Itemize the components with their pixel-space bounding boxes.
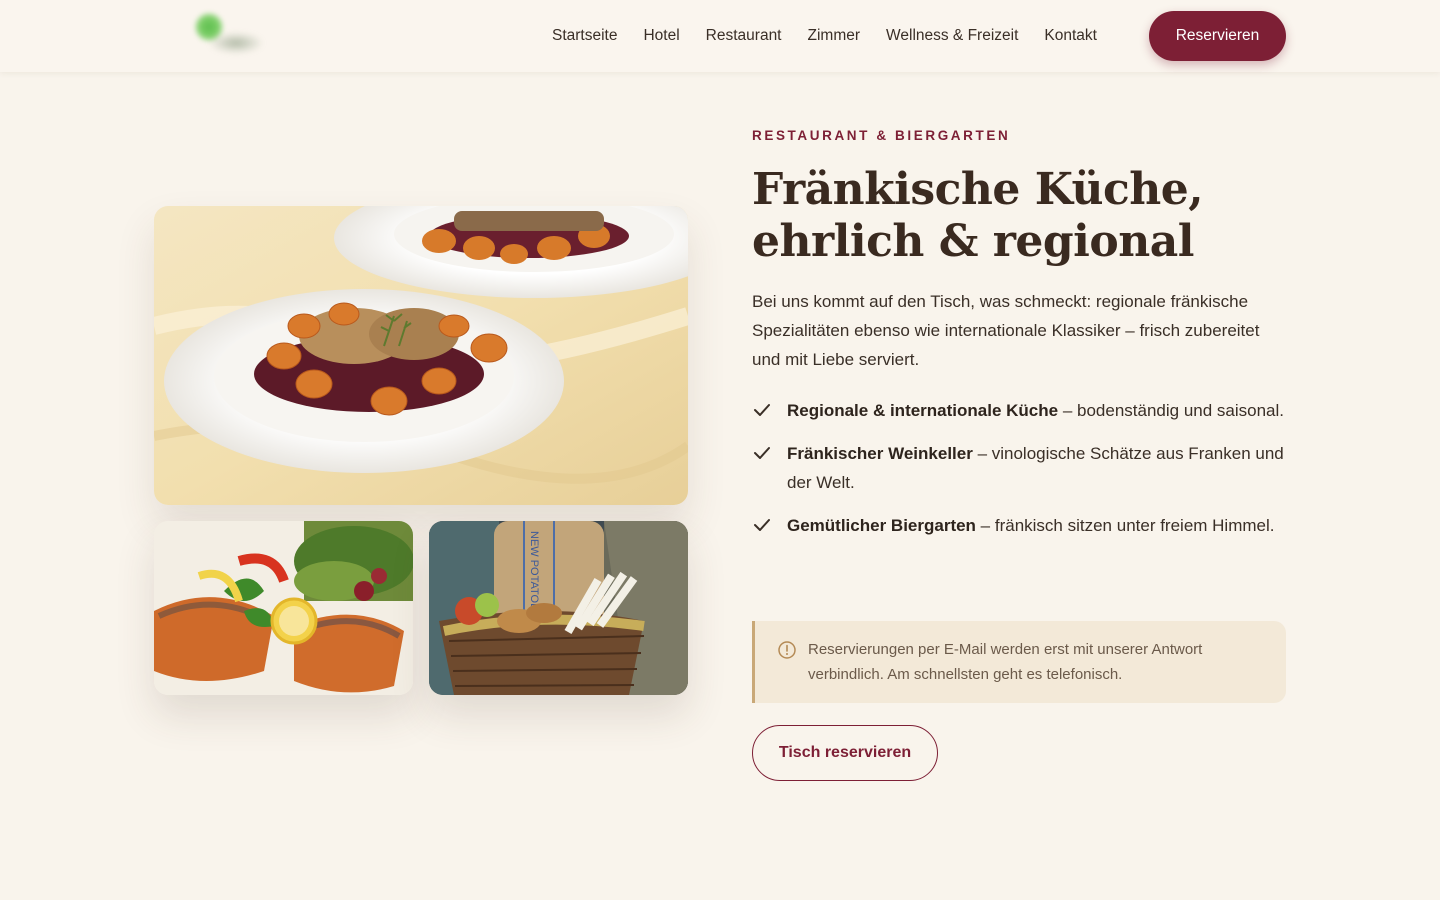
notice-text: Reservierungen per E-Mail werden erst mi… (808, 641, 1203, 683)
logo-shadow (208, 32, 264, 54)
feature-item: Fränkischer Weinkeller – vinologische Sc… (752, 439, 1292, 497)
nav-startseite[interactable]: Startseite (552, 25, 617, 47)
feature-item: Regionale & internationale Küche – boden… (752, 396, 1292, 425)
title-line-2: ehrlich & regional (752, 216, 1194, 267)
basket-photo: NEW POTATOES (429, 521, 688, 695)
reserve-table-button[interactable]: Tisch reservieren (752, 725, 938, 781)
feature-title: Regionale & internationale Küche (787, 401, 1059, 420)
nav-wellness[interactable]: Wellness & Freizeit (886, 25, 1018, 47)
brand-logo[interactable] (186, 8, 270, 60)
feature-title: Fränkischer Weinkeller (787, 444, 973, 463)
feature-text: – bodenständig und saisonal. (1058, 401, 1285, 420)
nav-kontakt[interactable]: Kontakt (1044, 25, 1097, 47)
reservation-notice: Reservierungen per E-Mail werden erst mi… (752, 621, 1286, 703)
nav-zimmer[interactable]: Zimmer (808, 25, 861, 47)
nav-restaurant[interactable]: Restaurant (706, 25, 782, 47)
feature-title: Gemütlicher Biergarten (787, 516, 976, 535)
feature-item: Gemütlicher Biergarten – fränkisch sitze… (752, 511, 1292, 540)
feature-text: – fränkisch sitzen unter freiem Himmel. (975, 516, 1275, 535)
nav-hotel[interactable]: Hotel (643, 25, 679, 47)
check-icon (754, 404, 770, 416)
dish-photo (154, 206, 688, 505)
intro-text: Bei uns kommt auf den Tisch, was schmeck… (752, 292, 1260, 369)
page-title: Fränkische Küche, ehrlich & regional (752, 164, 1312, 268)
section-eyebrow: RESTAURANT & BIERGARTEN (752, 128, 1011, 143)
reserve-button[interactable]: Reservieren (1149, 11, 1286, 61)
fish-photo (154, 521, 413, 695)
check-icon (754, 447, 770, 459)
check-icon (754, 519, 770, 531)
title-line-1: Fränkische Küche, (752, 164, 1204, 215)
main-nav: Startseite Hotel Restaurant Zimmer Welln… (552, 25, 1123, 47)
site-header: Startseite Hotel Restaurant Zimmer Welln… (0, 0, 1440, 72)
info-icon (778, 641, 796, 659)
feature-list: Regionale & internationale Küche – boden… (752, 396, 1292, 554)
